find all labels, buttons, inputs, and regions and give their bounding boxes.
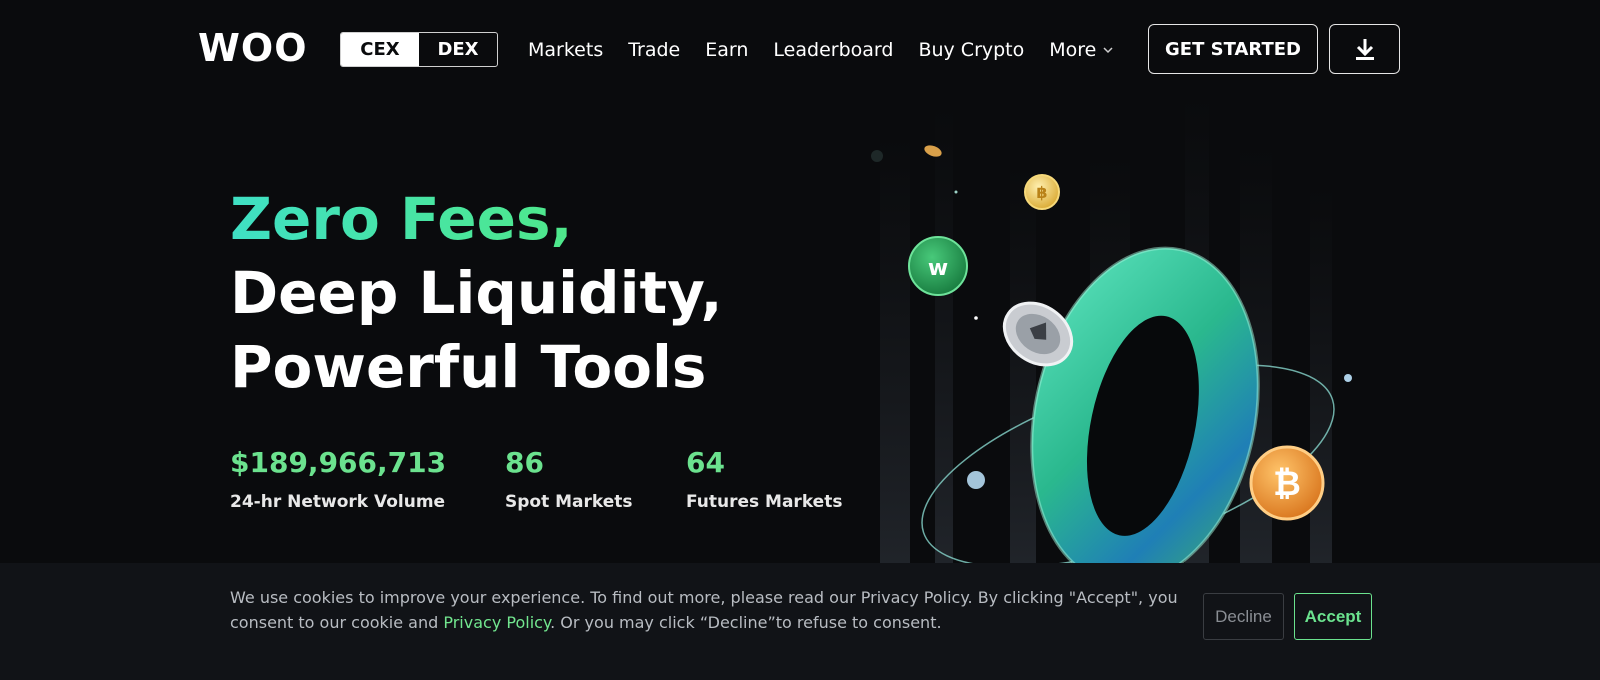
svg-text:฿: ฿ xyxy=(1036,183,1047,202)
nav-trade-label: Trade xyxy=(628,39,681,61)
stat-spot-markets: 86 Spot Markets xyxy=(505,446,686,512)
stat-value: 64 xyxy=(686,446,725,479)
stat-value: $189,966,713 xyxy=(230,446,447,479)
stat-label: Futures Markets xyxy=(686,492,843,512)
privacy-policy-link[interactable]: Privacy Policy xyxy=(443,613,550,632)
cex-toggle[interactable]: CEX xyxy=(341,33,419,66)
nav-more-label: More xyxy=(1049,39,1097,61)
pillar xyxy=(935,106,953,566)
cex-dex-switch: CEX DEX xyxy=(340,32,498,67)
hero-line-powerful-tools: Powerful Tools xyxy=(230,333,707,401)
pillar xyxy=(880,136,910,566)
nav-earn-label: Earn xyxy=(705,39,749,61)
hero-line-deep-liquidity: Deep Liquidity, xyxy=(230,259,723,327)
stat-network-volume: $189,966,713 24-hr Network Volume xyxy=(230,446,505,512)
logo-text: WOO xyxy=(198,26,308,70)
nav-more[interactable]: More xyxy=(1049,39,1114,61)
cookie-consent-bar: We use cookies to improve your experienc… xyxy=(0,563,1600,680)
hero-illustration: ฿ w ₿ xyxy=(871,96,1352,566)
cookie-text-part2: . Or you may click “Decline”to refuse to… xyxy=(550,613,942,632)
stats-row: $189,966,713 24-hr Network Volume 86 Spo… xyxy=(230,446,886,512)
woo-logo[interactable]: WOO xyxy=(198,26,308,70)
hero-line-zero-fees: Zero Fees, xyxy=(230,182,850,256)
nav-leaderboard[interactable]: Leaderboard xyxy=(773,39,893,61)
hero-headline: Zero Fees, Deep Liquidity, Powerful Tool… xyxy=(230,182,850,404)
stat-label: 24-hr Network Volume xyxy=(230,492,446,512)
nav-trade[interactable]: Trade xyxy=(628,39,680,61)
accept-button[interactable]: Accept xyxy=(1294,593,1372,640)
stat-label: Spot Markets xyxy=(505,492,633,512)
download-icon xyxy=(1355,39,1374,60)
main-nav: Markets Trade Earn Leaderboard Buy Crypt… xyxy=(528,36,1139,64)
glow-dot xyxy=(974,316,978,320)
stat-futures-markets: 64 Futures Markets xyxy=(686,446,886,512)
top-navigation: WOO CEX DEX Markets Trade Earn Leaderboa… xyxy=(0,0,1600,96)
nav-earn[interactable]: Earn xyxy=(705,39,748,61)
pillar xyxy=(1010,166,1036,566)
decline-button[interactable]: Decline xyxy=(1203,593,1284,640)
svg-text:w: w xyxy=(928,256,948,281)
glow-dot xyxy=(871,150,883,162)
glow-dot xyxy=(954,190,958,194)
nav-buy-crypto-label: Buy Crypto xyxy=(918,39,1025,61)
chevron-down-icon xyxy=(1103,47,1113,54)
nav-markets[interactable]: Markets xyxy=(528,39,603,61)
dex-toggle[interactable]: DEX xyxy=(419,33,497,66)
nav-buy-crypto[interactable]: Buy Crypto xyxy=(918,39,1024,61)
glow-dot xyxy=(967,471,985,489)
nav-leaderboard-label: Leaderboard xyxy=(773,39,894,61)
stat-value: 86 xyxy=(505,446,544,479)
cookie-message: We use cookies to improve your experienc… xyxy=(230,585,1205,635)
nav-markets-label: Markets xyxy=(528,39,604,61)
get-started-button[interactable]: GET STARTED xyxy=(1148,24,1318,74)
glow-dot xyxy=(1344,374,1352,382)
svg-text:₿: ₿ xyxy=(1273,464,1301,504)
download-button[interactable] xyxy=(1329,24,1400,74)
